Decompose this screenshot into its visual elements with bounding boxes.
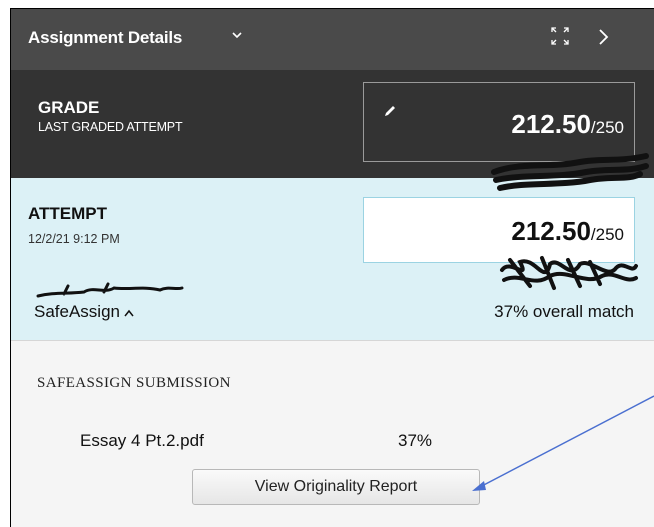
safeassign-toggle[interactable]: SafeAssign <box>34 302 135 322</box>
attempt-section: ATTEMPT 12/2/21 9:12 PM 212.50/250 SafeA… <box>10 178 654 340</box>
safeassign-submission-section: SAFEASSIGN SUBMISSION Essay 4 Pt.2.pdf 3… <box>10 340 654 527</box>
redaction-scribble <box>491 153 649 191</box>
attempt-score-value: 212.50 <box>511 216 591 246</box>
grade-label: GRADE <box>38 98 100 117</box>
chevron-right-icon[interactable] <box>596 28 610 46</box>
attempt-label: ATTEMPT <box>28 204 108 223</box>
submission-file-match: 37% <box>398 431 433 450</box>
attempt-score: 212.50/250 <box>511 216 624 247</box>
safeassign-toggle-label: SafeAssign <box>34 302 120 321</box>
redaction-scribble <box>36 282 184 298</box>
submission-file-name[interactable]: Essay 4 Pt.2.pdf <box>80 431 204 451</box>
redaction-scribble <box>500 256 638 290</box>
view-originality-report-button[interactable]: View Originality Report <box>192 469 480 505</box>
assignment-details-panel: Assignment Details GRADE LAST GRADED ATT… <box>10 8 654 527</box>
overall-match: 37% overall match <box>494 302 634 321</box>
attempt-date: 12/2/21 9:12 PM <box>28 232 120 246</box>
grade-score-max: /250 <box>590 118 624 137</box>
grade-score-value: 212.50 <box>511 109 591 139</box>
chevron-up-icon <box>124 309 134 316</box>
panel-title[interactable]: Assignment Details <box>28 28 182 48</box>
panel-border-top <box>10 8 654 9</box>
panel-border-left <box>10 8 11 527</box>
attempt-score-max: /250 <box>590 225 624 244</box>
panel-header: Assignment Details <box>10 8 654 70</box>
grade-score: 212.50/250 <box>511 109 624 140</box>
grade-sublabel: LAST GRADED ATTEMPT <box>38 120 183 134</box>
pencil-icon[interactable] <box>382 103 398 119</box>
submission-title: SAFEASSIGN SUBMISSION <box>37 375 231 391</box>
expand-icon[interactable] <box>550 26 570 46</box>
chevron-down-icon[interactable] <box>230 28 244 42</box>
